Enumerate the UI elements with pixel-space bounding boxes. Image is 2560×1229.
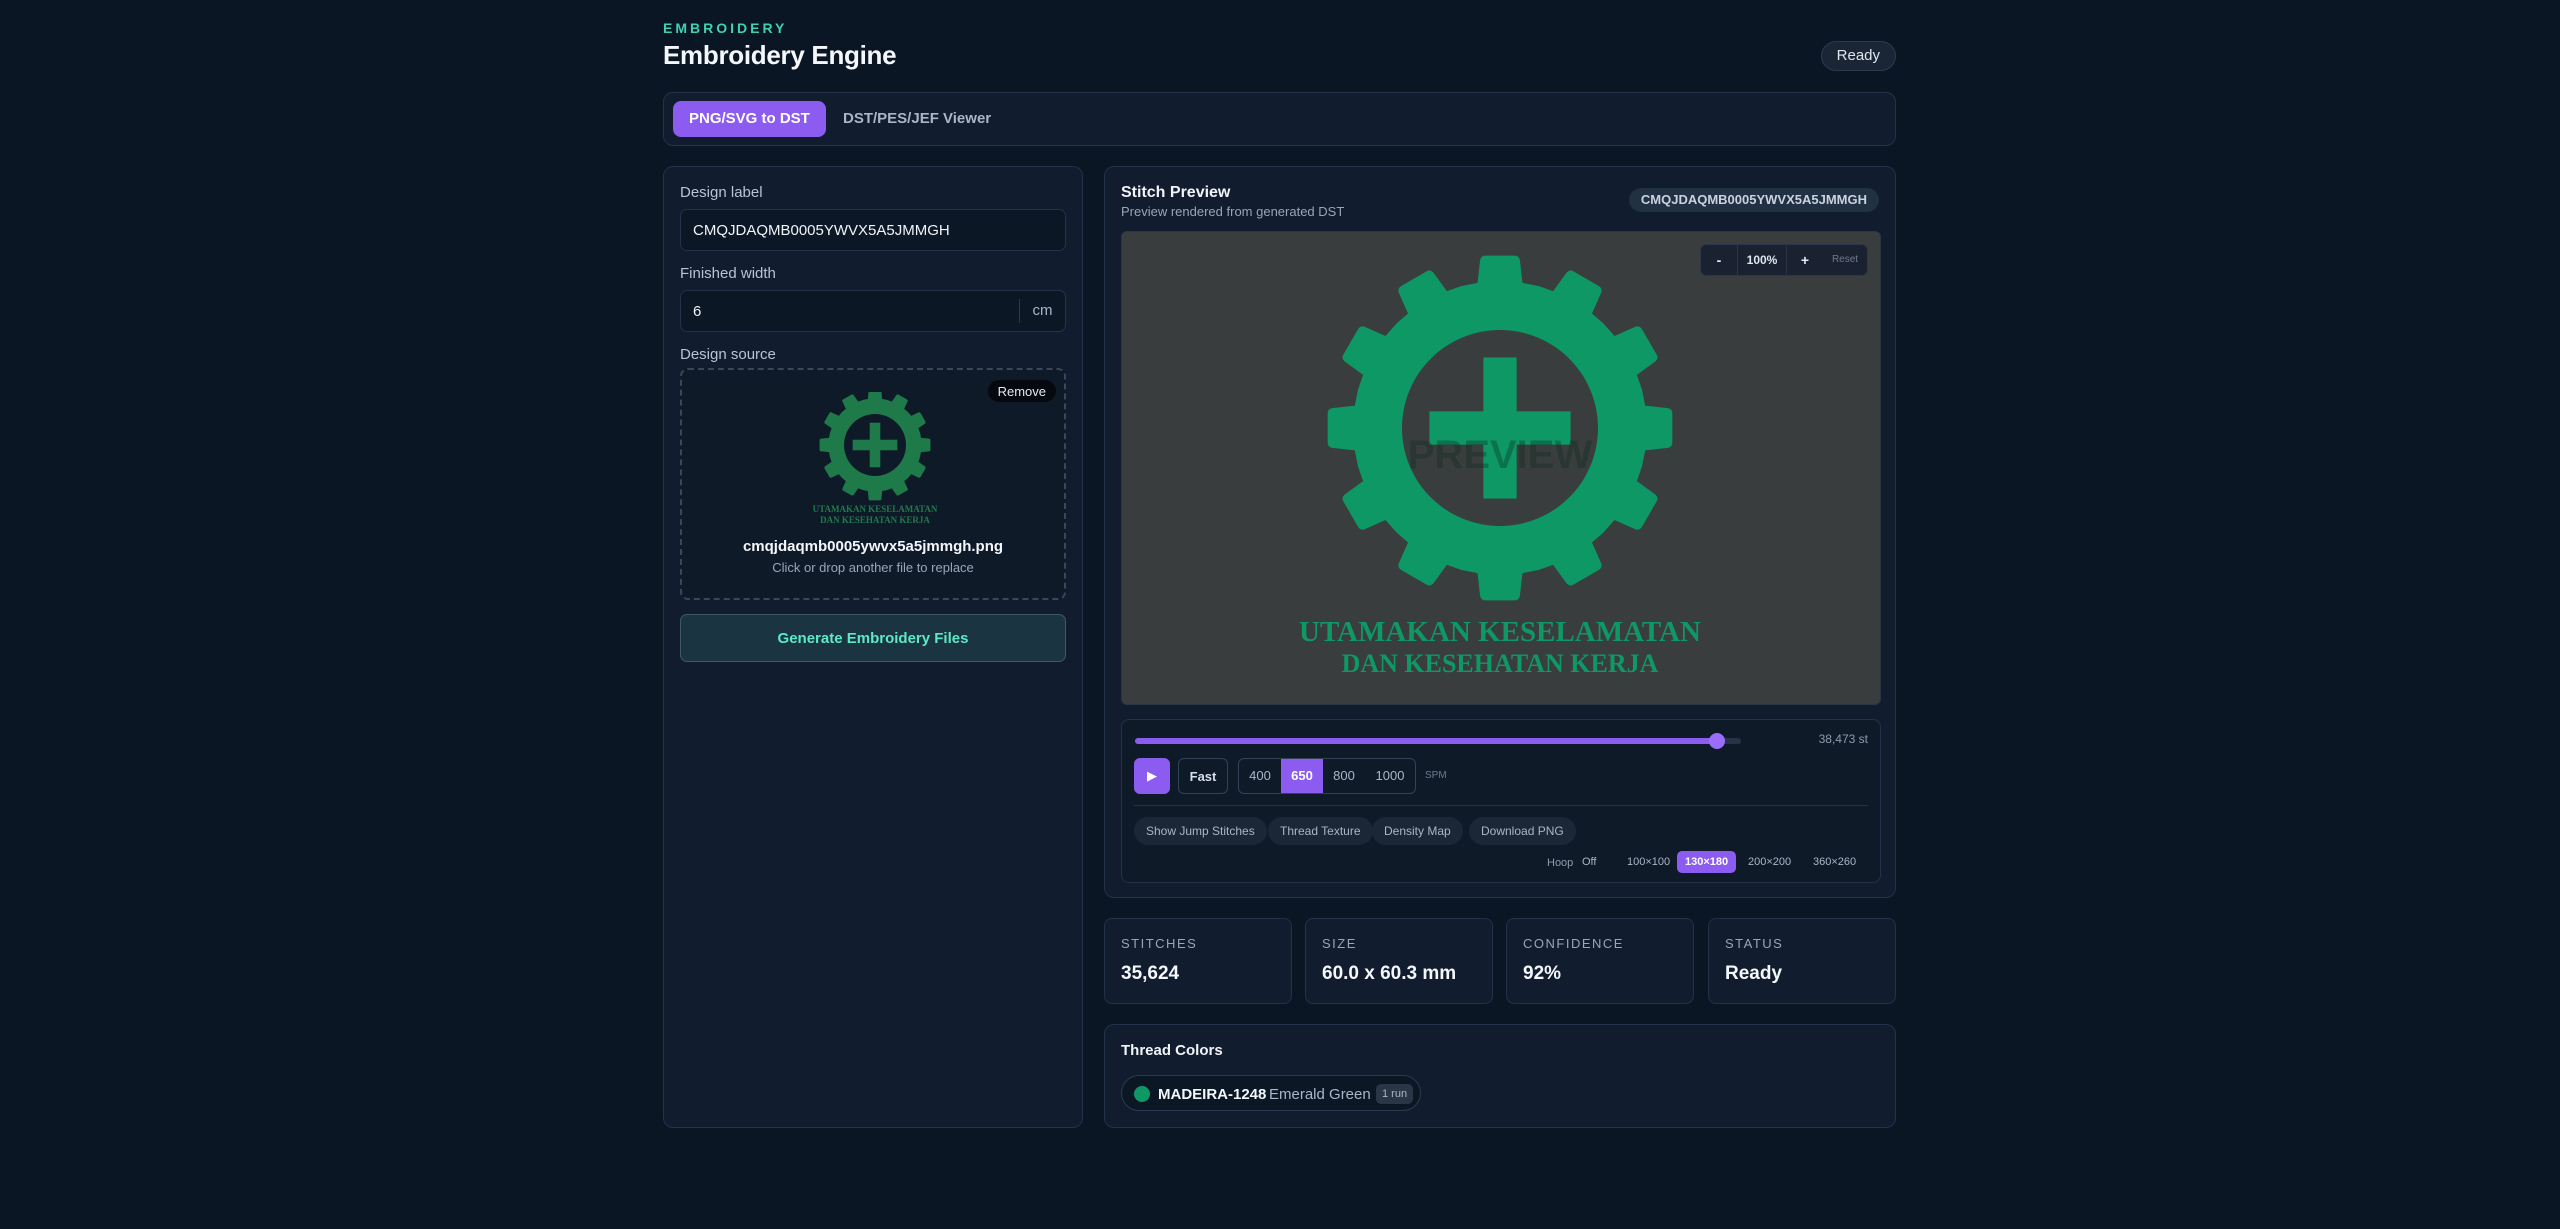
stat-value: 60.0 x 60.3 mm	[1322, 963, 1457, 984]
spm-option-800[interactable]: 800	[1323, 759, 1365, 793]
stat-card-stitches: STITCHES 35,624	[1104, 918, 1292, 1004]
tab-png-svg-to-dst[interactable]: PNG/SVG to DST	[673, 101, 826, 137]
hoop-option-off[interactable]: Off	[1574, 851, 1604, 873]
generate-embroidery-button[interactable]: Generate Embroidery Files	[680, 614, 1066, 662]
stitch-canvas[interactable]: PREVIEW UTAMAKAN KESELAMATAN DAN KESEHAT…	[1121, 231, 1881, 705]
app-eyebrow: EMBROIDERY	[663, 20, 788, 36]
hoop-option-100x100[interactable]: 100×100	[1619, 851, 1678, 873]
zoom-in-button[interactable]: +	[1787, 245, 1823, 275]
spm-selector: 400 650 800 1000	[1238, 758, 1416, 794]
design-form-panel: Design label Finished width cm Design so…	[663, 166, 1083, 1128]
thread-colors-title: Thread Colors	[1121, 1042, 1223, 1059]
stitch-progress-slider[interactable]	[1135, 733, 1741, 749]
app-header: EMBROIDERY Embroidery Engine Ready	[663, 0, 1896, 90]
spm-option-650[interactable]: 650	[1281, 759, 1323, 793]
finished-width-label: Finished width	[680, 265, 776, 282]
finished-width-input[interactable]	[681, 291, 1021, 331]
stat-value: 92%	[1523, 963, 1562, 984]
tab-dst-viewer[interactable]: DST/PES/JEF Viewer	[827, 101, 1007, 137]
file-name: cmqjdaqmb0005ywvx5a5jmmgh.png	[742, 538, 1004, 555]
spm-unit-label: SPM	[1425, 770, 1447, 781]
app-root: EMBROIDERY Embroidery Engine Ready PNG/S…	[663, 0, 1896, 1128]
density-map-toggle[interactable]: Density Map	[1372, 817, 1463, 845]
zoom-reset-button[interactable]: Reset	[1823, 245, 1867, 275]
playback-controls: 38,473 st ▶ Fast 400 650 800 1000 SPM Sh…	[1121, 719, 1881, 883]
hoop-option-360x260[interactable]: 360×260	[1805, 851, 1864, 873]
cross-horizontal	[852, 439, 898, 451]
design-thumbnail: UTAMAKAN KESELAMATAN DAN KESEHATAN KERJA	[813, 392, 938, 525]
status-badge: Ready	[1820, 41, 1896, 71]
design-id-badge: CMQJDAQMB0005YWVX5A5JMMGH	[1628, 188, 1879, 212]
thread-code: MADEIRA-1248	[1158, 1086, 1267, 1103]
download-png-button[interactable]: Download PNG	[1469, 817, 1576, 845]
stitch-count: 38,473 st	[1818, 732, 1868, 746]
design-source-label: Design source	[680, 346, 776, 363]
stat-label: SIZE	[1322, 936, 1357, 951]
zoom-out-button[interactable]: -	[1701, 245, 1737, 275]
page-title: Embroidery Engine	[663, 40, 897, 70]
hoop-label: Hoop	[1547, 857, 1574, 869]
play-icon[interactable]: ▶	[1134, 758, 1170, 794]
stat-value: Ready	[1725, 963, 1783, 984]
gear-logo-icon	[1327, 255, 1673, 601]
zoom-controls: - 100% + Reset	[1700, 244, 1868, 276]
thread-texture-toggle[interactable]: Thread Texture	[1268, 817, 1373, 845]
slider-fill	[1135, 738, 1717, 744]
zoom-level: 100%	[1737, 245, 1787, 275]
controls-divider	[1134, 805, 1868, 806]
logo-text-line1: UTAMAKAN KESELAMATAN	[1299, 616, 1701, 648]
stitch-render: PREVIEW UTAMAKAN KESELAMATAN DAN KESEHAT…	[1299, 255, 1701, 678]
stat-label: STATUS	[1725, 936, 1784, 951]
width-unit: cm	[1019, 299, 1065, 323]
hoop-option-200x200[interactable]: 200×200	[1740, 851, 1799, 873]
preview-watermark: PREVIEW	[1408, 433, 1593, 477]
stat-value: 35,624	[1121, 963, 1180, 984]
remove-file-button[interactable]: Remove	[987, 380, 1056, 402]
spm-option-1000[interactable]: 1000	[1365, 759, 1415, 793]
design-label-input[interactable]	[680, 209, 1066, 251]
logo-text-line2: DAN KESEHATAN KERJA	[1342, 649, 1659, 678]
design-source-dropzone[interactable]: Remove UTAMAKAN KESELAMATAN DAN KESEHATA…	[680, 368, 1066, 600]
preview-title: Stitch Preview	[1121, 184, 1231, 201]
thread-swatch	[1134, 1086, 1150, 1102]
mode-tabs: PNG/SVG to DST DST/PES/JEF Viewer	[663, 92, 1896, 146]
preview-subtitle: Preview rendered from generated DST	[1121, 204, 1345, 219]
stat-card-status: STATUS Ready	[1708, 918, 1896, 1004]
stitch-preview-card: Stitch Preview Preview rendered from gen…	[1104, 166, 1896, 898]
stat-card-confidence: CONFIDENCE 92%	[1506, 918, 1694, 1004]
file-hint: Click or drop another file to replace	[772, 560, 974, 575]
hoop-option-130x180[interactable]: 130×180	[1677, 851, 1737, 873]
thread-run-count: 1 run	[1376, 1084, 1414, 1104]
thread-chip[interactable]: MADEIRA-1248 Emerald Green 1 run	[1121, 1075, 1421, 1111]
show-jump-stitches-toggle[interactable]: Show Jump Stitches	[1134, 817, 1267, 845]
thread-colors-card: Thread Colors MADEIRA-1248 Emerald Green…	[1104, 1024, 1896, 1128]
stat-card-size: SIZE 60.0 x 60.3 mm	[1305, 918, 1493, 1004]
thumb-text-line2: DAN KESEHATAN KERJA	[820, 515, 930, 525]
slider-handle[interactable]	[1708, 733, 1725, 749]
fast-speed-button[interactable]: Fast	[1178, 758, 1228, 794]
thread-name: Emerald Green	[1269, 1086, 1371, 1103]
finished-width-field: cm	[680, 290, 1066, 332]
stat-label: CONFIDENCE	[1523, 936, 1624, 951]
stat-label: STITCHES	[1121, 936, 1198, 951]
gear-logo-thumbnail-icon	[819, 392, 931, 501]
thumb-text-line1: UTAMAKAN KESELAMATAN	[813, 504, 938, 514]
spm-option-400[interactable]: 400	[1239, 759, 1281, 793]
design-label-label: Design label	[680, 184, 763, 201]
